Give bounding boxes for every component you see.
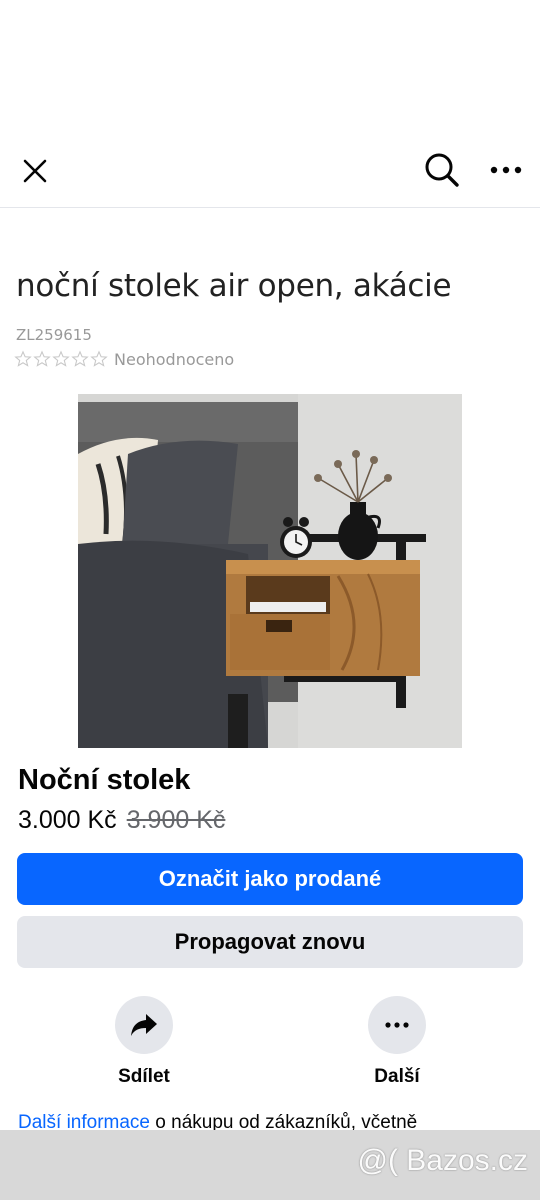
item-name: Noční stolek [18,764,191,796]
watermark: @( Bazos.cz [357,1144,529,1177]
rating-row: Neohodnoceno [14,348,234,370]
rating-stars [14,350,108,368]
more-horizontal-icon [490,166,522,174]
product-photo [78,394,462,748]
star-outline-icon [90,350,108,367]
share-button[interactable] [115,996,173,1054]
listing-code: ZL259615 [16,326,92,344]
close-button[interactable] [14,150,56,192]
search-button[interactable] [420,148,464,192]
price-row: 3.000 Kč 3.900 Kč [18,806,225,835]
watermark-bar: @( Bazos.cz [0,1130,540,1200]
share-action[interactable]: Sdílet [84,996,204,1096]
more-button[interactable] [368,996,426,1054]
marketplace-listing-page: noční stolek air open, akácie ZL259615 N… [0,0,540,1200]
top-nav-bar [0,130,540,208]
star-outline-icon [71,350,89,367]
rating-label: Neohodnoceno [114,349,235,369]
share-arrow-icon [131,1014,157,1036]
star-outline-icon [33,350,51,367]
promote-again-button[interactable]: Propagovat znovu [17,916,523,968]
search-icon [425,153,459,187]
item-price: 3.000 Kč [18,806,117,834]
share-label: Sdílet [118,1066,170,1087]
star-outline-icon [52,350,70,367]
more-options-button[interactable] [484,148,528,192]
listing-title: noční stolek air open, akácie [16,268,452,304]
more-horizontal-icon [385,1022,409,1028]
more-label: Další [374,1066,420,1087]
star-outline-icon [14,350,32,367]
mark-as-sold-button[interactable]: Označit jako prodané [17,853,523,905]
more-action[interactable]: Další [337,996,457,1096]
close-icon [23,159,47,183]
product-photo-carousel[interactable] [78,394,462,748]
item-original-price: 3.900 Kč [126,806,226,834]
